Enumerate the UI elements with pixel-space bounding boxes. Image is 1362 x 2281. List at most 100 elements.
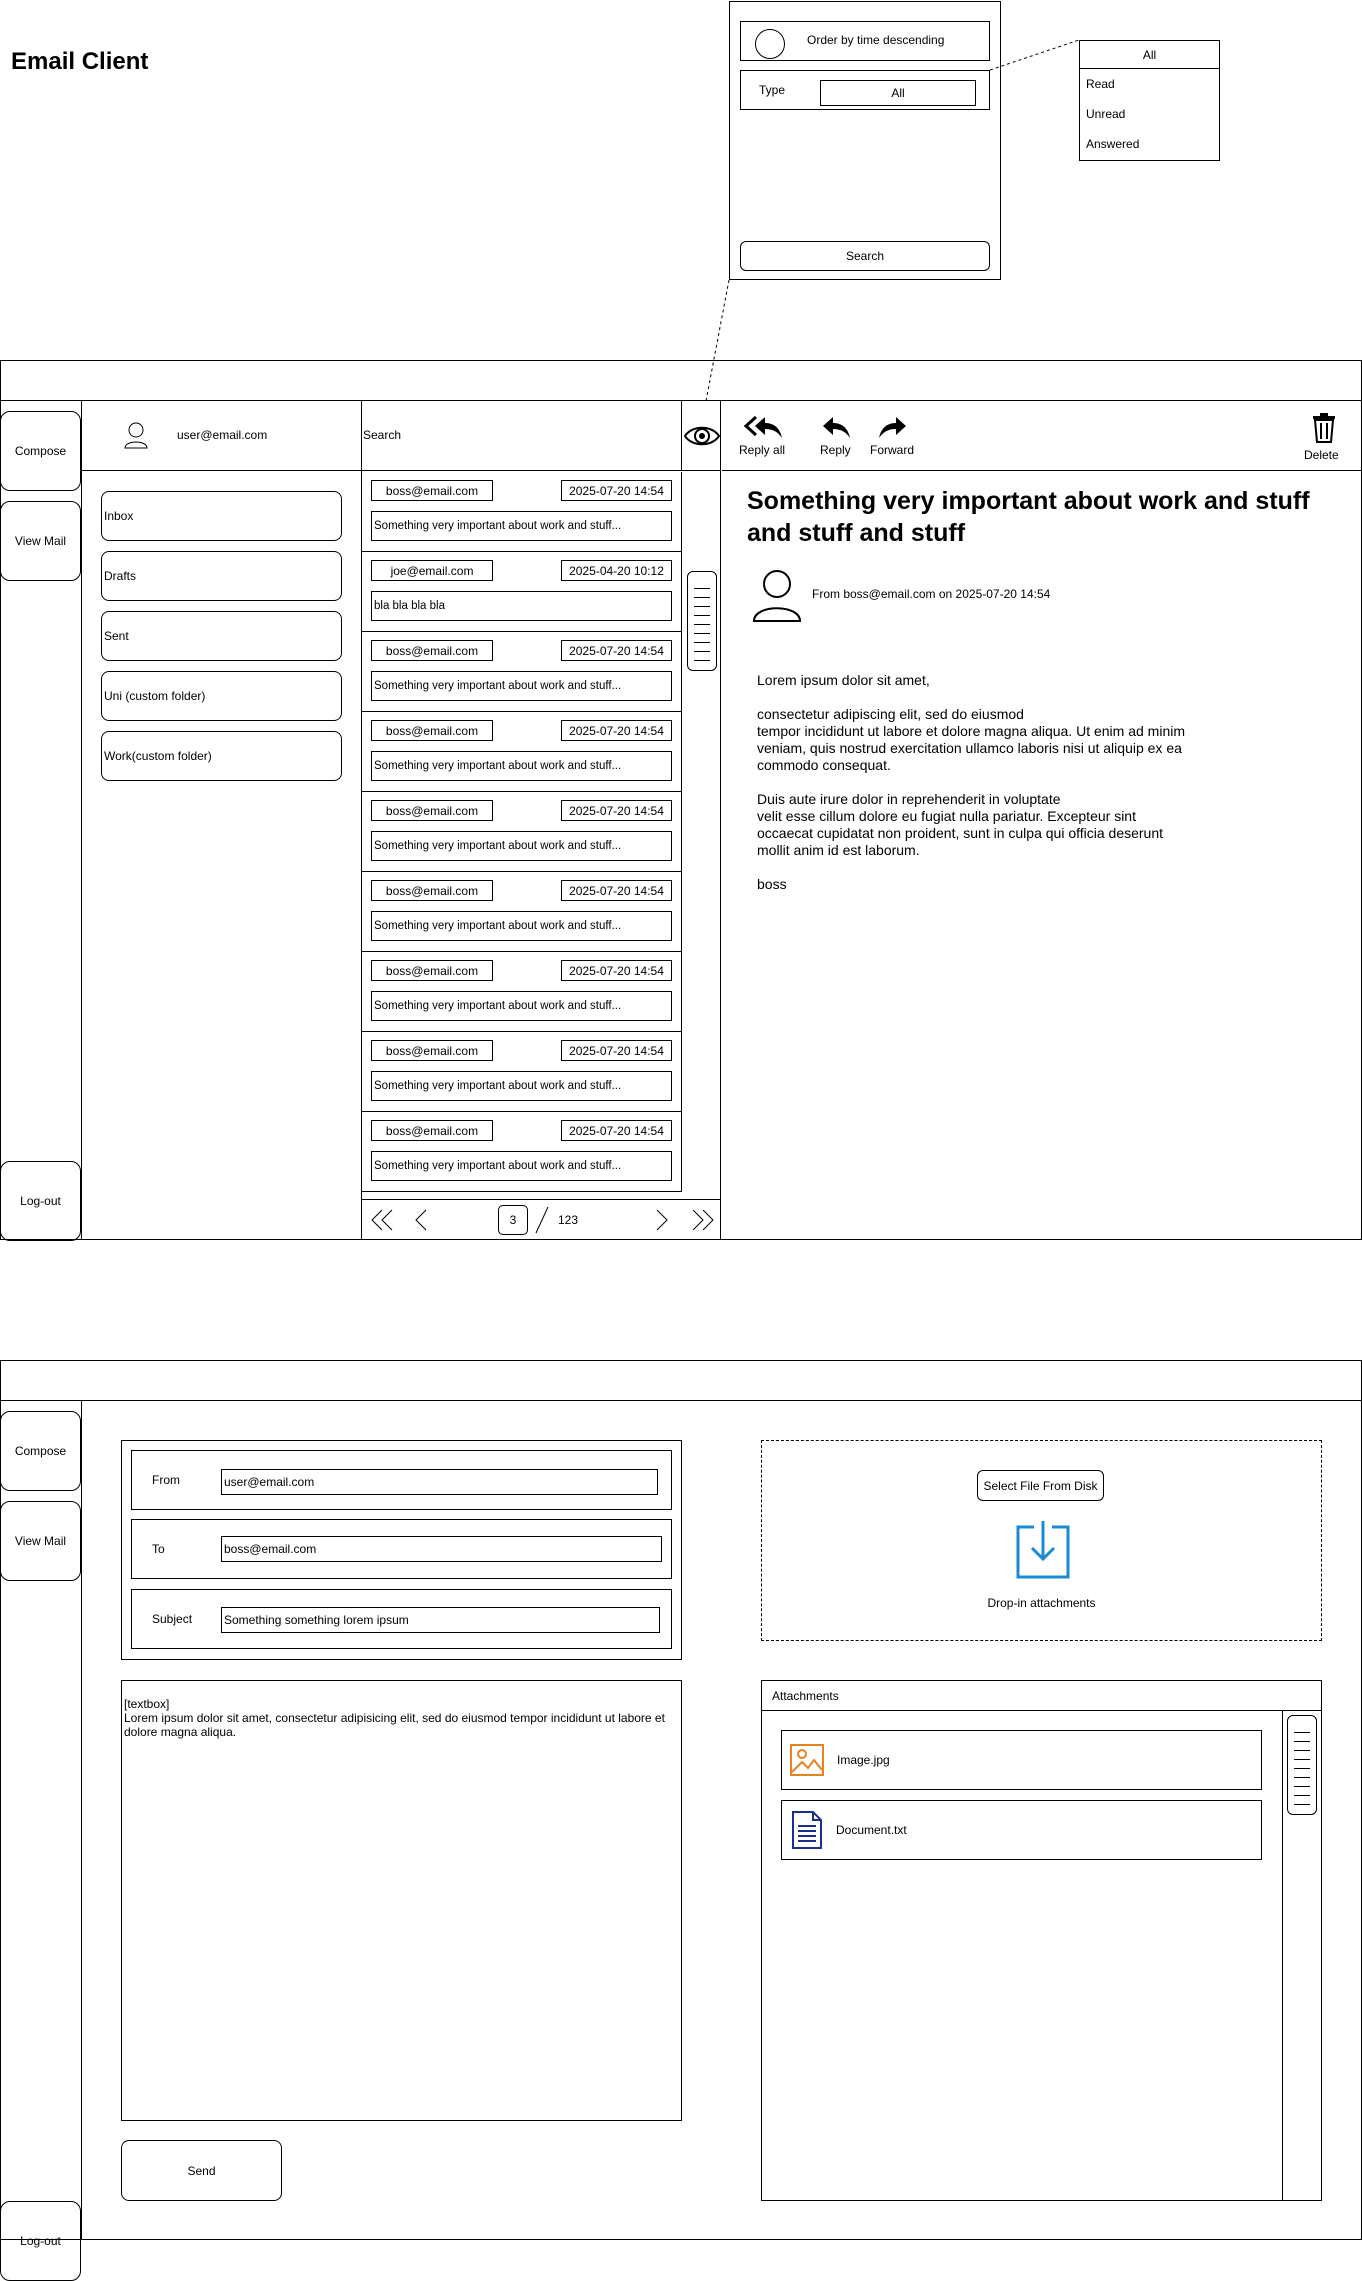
page-separator-icon — [534, 1206, 550, 1234]
pagination: 3 123 — [362, 1199, 721, 1239]
search-label: Search — [363, 428, 402, 442]
trash-icon — [1312, 413, 1336, 443]
attachment-name: Document.txt — [836, 1823, 907, 1837]
subject-field[interactable]: Something something lorem ipsum — [221, 1607, 660, 1633]
attachments-header: Attachments — [762, 1681, 1321, 1711]
from-row: From user@email.com — [131, 1450, 672, 1510]
attachments-panel: Attachments Image.jpg Document.txt — [761, 1680, 1322, 2201]
forward-icon — [878, 415, 908, 439]
preview-toggle-button[interactable] — [682, 401, 721, 471]
attachment-drop-zone[interactable]: Select File From Disk Drop-in attachment… — [761, 1440, 1322, 1641]
view-mail-button[interactable]: View Mail — [0, 1501, 81, 1581]
message-pane: Something very important about work and … — [722, 472, 1361, 1239]
email-date: 2025-07-20 14:54 — [561, 960, 672, 981]
reply-all-icon — [743, 415, 783, 439]
attachments-scrollbar[interactable] — [1287, 1715, 1317, 1815]
attachment-item[interactable]: Image.jpg — [781, 1730, 1262, 1790]
search-bar[interactable]: Search — [362, 401, 682, 471]
window-titlebar — [1, 361, 1361, 401]
compose-window: Compose View Mail Log-out From user@emai… — [0, 1360, 1362, 2281]
email-list-column: Search boss@email.com 2025-07-20 14:54 Som… — [361, 401, 721, 1239]
mail-view-window: Compose View Mail Log-out user@email.com… — [0, 360, 1362, 1241]
to-label: To — [152, 1542, 165, 1556]
email-subject-preview: Something very important about work and … — [371, 751, 672, 781]
reply-all-button[interactable]: Reply all — [736, 415, 790, 459]
compose-header-fields: From user@email.com To boss@email.com Su… — [121, 1440, 682, 1660]
sender-avatar-icon — [752, 570, 802, 622]
from-label: From — [152, 1473, 180, 1487]
message-subject: Something very important about work and … — [747, 487, 1310, 547]
drop-label: Drop-in attachments — [987, 1596, 1096, 1610]
message-body-textarea[interactable]: [textbox] Lorem ipsum dolor sit amet, co… — [121, 1680, 682, 2121]
folder-list: Inbox Drafts Sent Uni (custom folder) Wo… — [82, 472, 362, 1239]
attachment-name: Image.jpg — [837, 1753, 890, 1767]
email-date: 2025-07-20 14:54 — [561, 800, 672, 821]
from-field[interactable]: user@email.com — [221, 1469, 658, 1495]
to-row: To boss@email.com — [131, 1519, 672, 1579]
email-list-item[interactable]: boss@email.com 2025-07-20 14:54 Something … — [362, 952, 681, 1032]
email-list-scrollbar[interactable] — [687, 571, 717, 671]
folder-drafts[interactable]: Drafts — [101, 551, 342, 601]
email-list-item[interactable]: boss@email.com 2025-07-20 14:54 Something … — [362, 712, 681, 792]
email-date: 2025-07-20 14:54 — [561, 720, 672, 741]
to-field[interactable]: boss@email.com — [221, 1536, 662, 1562]
image-icon — [790, 1744, 824, 1776]
email-sender: boss@email.com — [371, 800, 493, 821]
email-sender: boss@email.com — [371, 1120, 493, 1141]
select-file-button[interactable]: Select File From Disk — [977, 1470, 1104, 1501]
reply-button[interactable]: Reply — [815, 415, 855, 459]
email-list-item[interactable]: boss@email.com 2025-07-20 14:54 Something … — [362, 872, 681, 952]
email-date: 2025-07-20 14:54 — [561, 640, 672, 661]
sidebar: Compose View Mail Log-out — [0, 401, 82, 1241]
email-sender: boss@email.com — [371, 960, 493, 981]
next-page-icon[interactable] — [655, 1209, 669, 1231]
view-mail-button[interactable]: View Mail — [0, 501, 81, 581]
document-icon — [792, 1811, 822, 1849]
folder-sent[interactable]: Sent — [101, 611, 342, 661]
body-paragraph: Lorem ipsum dolor sit amet, — [757, 672, 930, 688]
last-page-icon[interactable] — [691, 1209, 715, 1231]
current-page-input[interactable]: 3 — [498, 1205, 528, 1235]
folder-inbox[interactable]: Inbox — [101, 491, 342, 541]
email-subject-preview: Something very important about work and … — [371, 911, 672, 941]
logout-button[interactable]: Log-out — [0, 2201, 81, 2281]
eye-icon — [683, 424, 720, 448]
email-list-item[interactable]: boss@email.com 2025-07-20 14:54 Something … — [362, 472, 681, 552]
body-signature: boss — [757, 876, 787, 892]
window-titlebar — [1, 1361, 1361, 1401]
folder-work[interactable]: Work(custom folder) — [101, 731, 342, 781]
send-button[interactable]: Send — [121, 2140, 282, 2201]
email-sender: joe@email.com — [371, 560, 493, 581]
compose-button[interactable]: Compose — [0, 411, 81, 491]
delete-button[interactable]: Delete — [1300, 413, 1346, 463]
email-list-item[interactable]: boss@email.com 2025-07-20 14:54 Something … — [362, 792, 681, 872]
message-body: Lorem ipsum dolor sit amet, consectetur … — [757, 672, 1347, 893]
folder-uni[interactable]: Uni (custom folder) — [101, 671, 342, 721]
connector-lines — [705, 39, 1080, 402]
email-sender: boss@email.com — [371, 640, 493, 661]
email-date: 2025-04-20 10:12 — [561, 560, 672, 581]
message-toolbar: Reply all Reply Forward Delete — [722, 401, 1361, 471]
email-subject-preview: Something very important about work and … — [371, 831, 672, 861]
forward-button[interactable]: Forward — [868, 415, 918, 459]
body-paragraph: Duis aute irure dolor in reprehenderit i… — [757, 791, 1164, 858]
attachment-item[interactable]: Document.txt — [781, 1800, 1262, 1860]
email-subject-preview: Something very important about work and … — [371, 1071, 672, 1101]
email-list-item[interactable]: joe@email.com 2025-04-20 10:12 bla bla bla… — [362, 552, 681, 632]
email-list-item[interactable]: boss@email.com 2025-07-20 14:54 Something … — [362, 632, 681, 712]
email-subject-preview: Something very important about work and … — [371, 671, 672, 701]
first-page-icon[interactable] — [370, 1209, 394, 1231]
logout-button[interactable]: Log-out — [0, 1161, 81, 1241]
compose-button[interactable]: Compose — [0, 1411, 81, 1491]
total-pages: 123 — [558, 1213, 579, 1227]
message-from-line: From boss@email.com on 2025-07-20 14:54 — [812, 587, 1051, 601]
subject-label: Subject — [152, 1612, 193, 1626]
email-list: boss@email.com 2025-07-20 14:54 Something … — [362, 472, 682, 1192]
prev-page-icon[interactable] — [414, 1209, 428, 1231]
email-list-item[interactable]: boss@email.com 2025-07-20 14:54 Something … — [362, 1112, 681, 1192]
download-icon — [1016, 1521, 1070, 1579]
email-subject-preview: bla bla bla bla — [371, 591, 672, 621]
email-list-item[interactable]: boss@email.com 2025-07-20 14:54 Something … — [362, 1032, 681, 1112]
reply-all-label: Reply all — [739, 443, 786, 457]
forward-label: Forward — [870, 443, 915, 457]
